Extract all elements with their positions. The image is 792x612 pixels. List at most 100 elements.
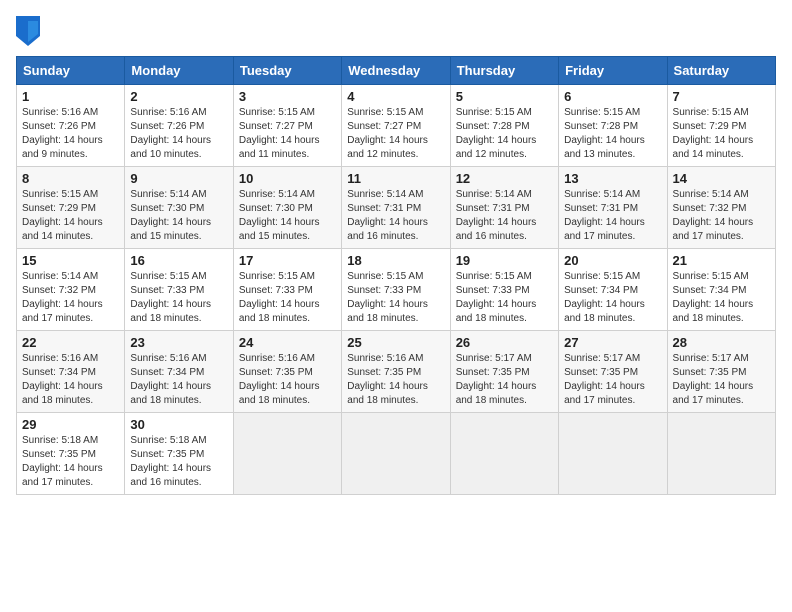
calendar-cell: 3 Sunrise: 5:15 AM Sunset: 7:27 PM Dayli…	[233, 85, 341, 167]
sunrise-text: Sunrise: 5:15 AM	[673, 107, 749, 118]
daylight-text: Daylight: 14 hours and 12 minutes.	[347, 135, 428, 160]
sunrise-text: Sunrise: 5:15 AM	[22, 189, 98, 200]
sunset-text: Sunset: 7:31 PM	[456, 203, 530, 214]
sunrise-text: Sunrise: 5:18 AM	[22, 435, 98, 446]
day-info: Sunrise: 5:14 AM Sunset: 7:31 PM Dayligh…	[564, 188, 661, 244]
calendar-cell	[233, 413, 341, 495]
day-info: Sunrise: 5:15 AM Sunset: 7:34 PM Dayligh…	[564, 270, 661, 326]
day-number: 8	[22, 171, 119, 186]
day-number: 15	[22, 253, 119, 268]
day-number: 14	[673, 171, 770, 186]
day-number: 24	[239, 335, 336, 350]
calendar-cell: 2 Sunrise: 5:16 AM Sunset: 7:26 PM Dayli…	[125, 85, 233, 167]
sunset-text: Sunset: 7:26 PM	[130, 121, 204, 132]
daylight-text: Daylight: 14 hours and 18 minutes.	[239, 299, 320, 324]
sunset-text: Sunset: 7:34 PM	[22, 367, 96, 378]
daylight-text: Daylight: 14 hours and 18 minutes.	[564, 299, 645, 324]
sunrise-text: Sunrise: 5:14 AM	[456, 189, 532, 200]
day-number: 9	[130, 171, 227, 186]
daylight-text: Daylight: 14 hours and 16 minutes.	[130, 463, 211, 488]
calendar-cell: 7 Sunrise: 5:15 AM Sunset: 7:29 PM Dayli…	[667, 85, 775, 167]
weekday-header-row: SundayMondayTuesdayWednesdayThursdayFrid…	[17, 57, 776, 85]
day-info: Sunrise: 5:15 AM Sunset: 7:33 PM Dayligh…	[239, 270, 336, 326]
daylight-text: Daylight: 14 hours and 15 minutes.	[239, 217, 320, 242]
daylight-text: Daylight: 14 hours and 18 minutes.	[673, 299, 754, 324]
sunset-text: Sunset: 7:30 PM	[130, 203, 204, 214]
sunset-text: Sunset: 7:35 PM	[22, 449, 96, 460]
daylight-text: Daylight: 14 hours and 17 minutes.	[22, 463, 103, 488]
day-info: Sunrise: 5:17 AM Sunset: 7:35 PM Dayligh…	[456, 352, 553, 408]
calendar-cell: 4 Sunrise: 5:15 AM Sunset: 7:27 PM Dayli…	[342, 85, 450, 167]
sunrise-text: Sunrise: 5:15 AM	[564, 271, 640, 282]
day-info: Sunrise: 5:15 AM Sunset: 7:34 PM Dayligh…	[673, 270, 770, 326]
sunset-text: Sunset: 7:34 PM	[673, 285, 747, 296]
sunset-text: Sunset: 7:33 PM	[456, 285, 530, 296]
sunrise-text: Sunrise: 5:14 AM	[22, 271, 98, 282]
sunset-text: Sunset: 7:33 PM	[347, 285, 421, 296]
sunrise-text: Sunrise: 5:16 AM	[130, 107, 206, 118]
sunrise-text: Sunrise: 5:17 AM	[673, 353, 749, 364]
calendar-cell: 19 Sunrise: 5:15 AM Sunset: 7:33 PM Dayl…	[450, 249, 558, 331]
sunset-text: Sunset: 7:35 PM	[456, 367, 530, 378]
daylight-text: Daylight: 14 hours and 10 minutes.	[130, 135, 211, 160]
daylight-text: Daylight: 14 hours and 15 minutes.	[130, 217, 211, 242]
calendar-week-1: 1 Sunrise: 5:16 AM Sunset: 7:26 PM Dayli…	[17, 85, 776, 167]
sunrise-text: Sunrise: 5:15 AM	[673, 271, 749, 282]
sunrise-text: Sunrise: 5:15 AM	[347, 271, 423, 282]
day-info: Sunrise: 5:14 AM Sunset: 7:30 PM Dayligh…	[239, 188, 336, 244]
calendar-cell: 13 Sunrise: 5:14 AM Sunset: 7:31 PM Dayl…	[559, 167, 667, 249]
sunrise-text: Sunrise: 5:17 AM	[456, 353, 532, 364]
day-info: Sunrise: 5:15 AM Sunset: 7:28 PM Dayligh…	[456, 106, 553, 162]
sunrise-text: Sunrise: 5:14 AM	[347, 189, 423, 200]
daylight-text: Daylight: 14 hours and 16 minutes.	[347, 217, 428, 242]
day-number: 16	[130, 253, 227, 268]
calendar-cell: 27 Sunrise: 5:17 AM Sunset: 7:35 PM Dayl…	[559, 331, 667, 413]
weekday-header-sunday: Sunday	[17, 57, 125, 85]
logo	[16, 16, 44, 46]
sunset-text: Sunset: 7:34 PM	[130, 367, 204, 378]
sunset-text: Sunset: 7:35 PM	[239, 367, 313, 378]
calendar-cell: 11 Sunrise: 5:14 AM Sunset: 7:31 PM Dayl…	[342, 167, 450, 249]
calendar-cell: 5 Sunrise: 5:15 AM Sunset: 7:28 PM Dayli…	[450, 85, 558, 167]
daylight-text: Daylight: 14 hours and 17 minutes.	[22, 299, 103, 324]
day-info: Sunrise: 5:14 AM Sunset: 7:31 PM Dayligh…	[456, 188, 553, 244]
calendar-cell: 29 Sunrise: 5:18 AM Sunset: 7:35 PM Dayl…	[17, 413, 125, 495]
day-number: 27	[564, 335, 661, 350]
day-number: 17	[239, 253, 336, 268]
calendar-cell	[342, 413, 450, 495]
day-info: Sunrise: 5:16 AM Sunset: 7:26 PM Dayligh…	[22, 106, 119, 162]
sunrise-text: Sunrise: 5:15 AM	[239, 271, 315, 282]
day-info: Sunrise: 5:15 AM Sunset: 7:33 PM Dayligh…	[347, 270, 444, 326]
daylight-text: Daylight: 14 hours and 18 minutes.	[347, 381, 428, 406]
calendar-week-5: 29 Sunrise: 5:18 AM Sunset: 7:35 PM Dayl…	[17, 413, 776, 495]
daylight-text: Daylight: 14 hours and 12 minutes.	[456, 135, 537, 160]
daylight-text: Daylight: 14 hours and 11 minutes.	[239, 135, 320, 160]
sunset-text: Sunset: 7:33 PM	[239, 285, 313, 296]
day-number: 11	[347, 171, 444, 186]
day-number: 28	[673, 335, 770, 350]
calendar-cell: 12 Sunrise: 5:14 AM Sunset: 7:31 PM Dayl…	[450, 167, 558, 249]
day-number: 29	[22, 417, 119, 432]
sunset-text: Sunset: 7:31 PM	[564, 203, 638, 214]
day-info: Sunrise: 5:15 AM Sunset: 7:27 PM Dayligh…	[347, 106, 444, 162]
daylight-text: Daylight: 14 hours and 17 minutes.	[564, 217, 645, 242]
day-number: 20	[564, 253, 661, 268]
daylight-text: Daylight: 14 hours and 16 minutes.	[456, 217, 537, 242]
day-info: Sunrise: 5:16 AM Sunset: 7:35 PM Dayligh…	[239, 352, 336, 408]
calendar-cell: 23 Sunrise: 5:16 AM Sunset: 7:34 PM Dayl…	[125, 331, 233, 413]
daylight-text: Daylight: 14 hours and 9 minutes.	[22, 135, 103, 160]
day-info: Sunrise: 5:14 AM Sunset: 7:30 PM Dayligh…	[130, 188, 227, 244]
weekday-header-thursday: Thursday	[450, 57, 558, 85]
day-info: Sunrise: 5:16 AM Sunset: 7:35 PM Dayligh…	[347, 352, 444, 408]
sunrise-text: Sunrise: 5:14 AM	[130, 189, 206, 200]
calendar-cell: 18 Sunrise: 5:15 AM Sunset: 7:33 PM Dayl…	[342, 249, 450, 331]
logo-icon	[16, 16, 40, 46]
day-number: 4	[347, 89, 444, 104]
day-number: 3	[239, 89, 336, 104]
day-number: 30	[130, 417, 227, 432]
day-number: 25	[347, 335, 444, 350]
day-number: 6	[564, 89, 661, 104]
calendar-cell: 15 Sunrise: 5:14 AM Sunset: 7:32 PM Dayl…	[17, 249, 125, 331]
calendar-cell: 8 Sunrise: 5:15 AM Sunset: 7:29 PM Dayli…	[17, 167, 125, 249]
day-info: Sunrise: 5:14 AM Sunset: 7:32 PM Dayligh…	[673, 188, 770, 244]
